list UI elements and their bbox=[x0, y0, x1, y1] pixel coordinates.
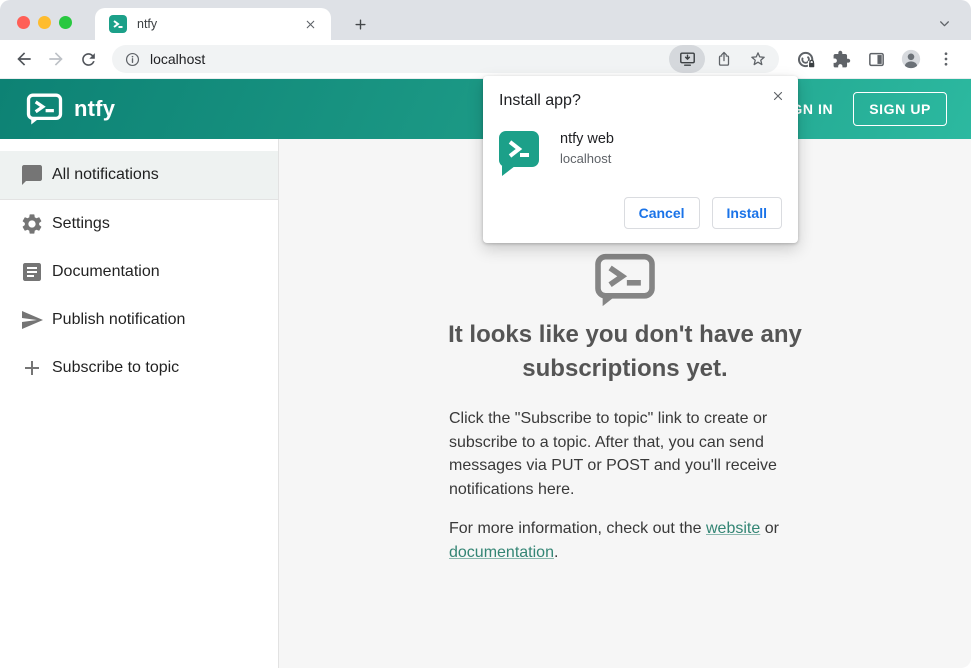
more-info-paragraph: For more information, check out the webs… bbox=[449, 520, 779, 561]
article-icon bbox=[20, 260, 44, 284]
maximize-window-button[interactable] bbox=[59, 16, 72, 29]
install-app-icon[interactable] bbox=[669, 45, 705, 73]
sidebar-item-publish-notification[interactable]: Publish notification bbox=[0, 296, 278, 344]
extensions-puzzle-icon[interactable] bbox=[826, 44, 856, 74]
sidebar-item-label: Settings bbox=[52, 215, 110, 232]
address-bar[interactable]: localhost bbox=[112, 45, 779, 73]
forward-icon bbox=[40, 43, 72, 75]
dialog-close-icon[interactable] bbox=[766, 84, 790, 108]
minimize-window-button[interactable] bbox=[38, 16, 51, 29]
install-button[interactable]: Install bbox=[711, 197, 782, 229]
instructions-paragraph: Click the "Subscribe to topic" link to c… bbox=[449, 410, 777, 498]
website-link[interactable]: website bbox=[706, 520, 760, 537]
new-tab-icon[interactable] bbox=[345, 9, 375, 39]
empty-state-text: Click the "Subscribe to topic" link to c… bbox=[449, 407, 801, 564]
send-icon bbox=[20, 308, 44, 332]
dialog-app-name: ntfy web bbox=[560, 131, 614, 147]
sidebar-item-documentation[interactable]: Documentation bbox=[0, 248, 278, 296]
plus-icon bbox=[20, 356, 44, 380]
install-app-dialog: Install app? ntfy web localhost Cancel I… bbox=[483, 76, 798, 243]
sidebar: All notifications Settings Documentation bbox=[0, 139, 279, 668]
sidebar-item-all-notifications[interactable]: All notifications bbox=[0, 151, 278, 199]
tab-search-chevron-icon[interactable] bbox=[931, 11, 957, 35]
traffic-lights bbox=[17, 16, 72, 29]
ntfy-favicon bbox=[109, 15, 127, 33]
sidebar-item-subscribe-to-topic[interactable]: Subscribe to topic bbox=[0, 344, 278, 392]
tab-title: ntfy bbox=[137, 17, 158, 31]
sidebar-item-label: Publish notification bbox=[52, 311, 186, 328]
star-icon[interactable] bbox=[743, 45, 773, 73]
gear-icon bbox=[20, 212, 44, 236]
browser-toolbar: localhost bbox=[0, 40, 971, 79]
cancel-button[interactable]: Cancel bbox=[623, 197, 700, 229]
tab-close-icon[interactable] bbox=[299, 13, 321, 35]
sign-up-button[interactable]: SIGN UP bbox=[853, 92, 947, 126]
browser-tab[interactable]: ntfy bbox=[95, 8, 331, 40]
site-info-icon[interactable] bbox=[124, 51, 141, 68]
tab-strip: ntfy bbox=[0, 0, 971, 40]
app-icon-tail bbox=[502, 166, 515, 176]
sidebar-item-settings[interactable]: Settings bbox=[0, 200, 278, 248]
privacy-extension-icon[interactable] bbox=[791, 44, 821, 74]
url-text[interactable]: localhost bbox=[150, 51, 669, 67]
sidebar-item-label: Subscribe to topic bbox=[52, 359, 180, 376]
ntfy-logo-icon bbox=[26, 93, 63, 125]
sidebar-item-label: All notifications bbox=[52, 166, 159, 183]
ntfy-app-icon bbox=[499, 131, 539, 176]
dialog-app-origin: localhost bbox=[560, 151, 612, 166]
profile-avatar[interactable] bbox=[896, 44, 926, 74]
share-icon[interactable] bbox=[709, 45, 739, 73]
back-icon[interactable] bbox=[8, 43, 40, 75]
dialog-title: Install app? bbox=[499, 92, 581, 109]
reload-icon[interactable] bbox=[72, 43, 104, 75]
brand-name: ntfy bbox=[74, 96, 116, 121]
sidebar-item-label: Documentation bbox=[52, 263, 160, 280]
documentation-link[interactable]: documentation bbox=[449, 544, 554, 561]
menu-dots-icon[interactable] bbox=[931, 44, 961, 74]
chat-icon bbox=[20, 163, 44, 187]
close-window-button[interactable] bbox=[17, 16, 30, 29]
browser-window: ntfy localhost ntfy SIGN IN SIGN UP All … bbox=[0, 0, 971, 668]
empty-state-heading: It looks like you don't have any subscri… bbox=[448, 321, 802, 382]
side-panel-icon[interactable] bbox=[861, 44, 891, 74]
ntfy-empty-state-icon bbox=[594, 253, 656, 307]
